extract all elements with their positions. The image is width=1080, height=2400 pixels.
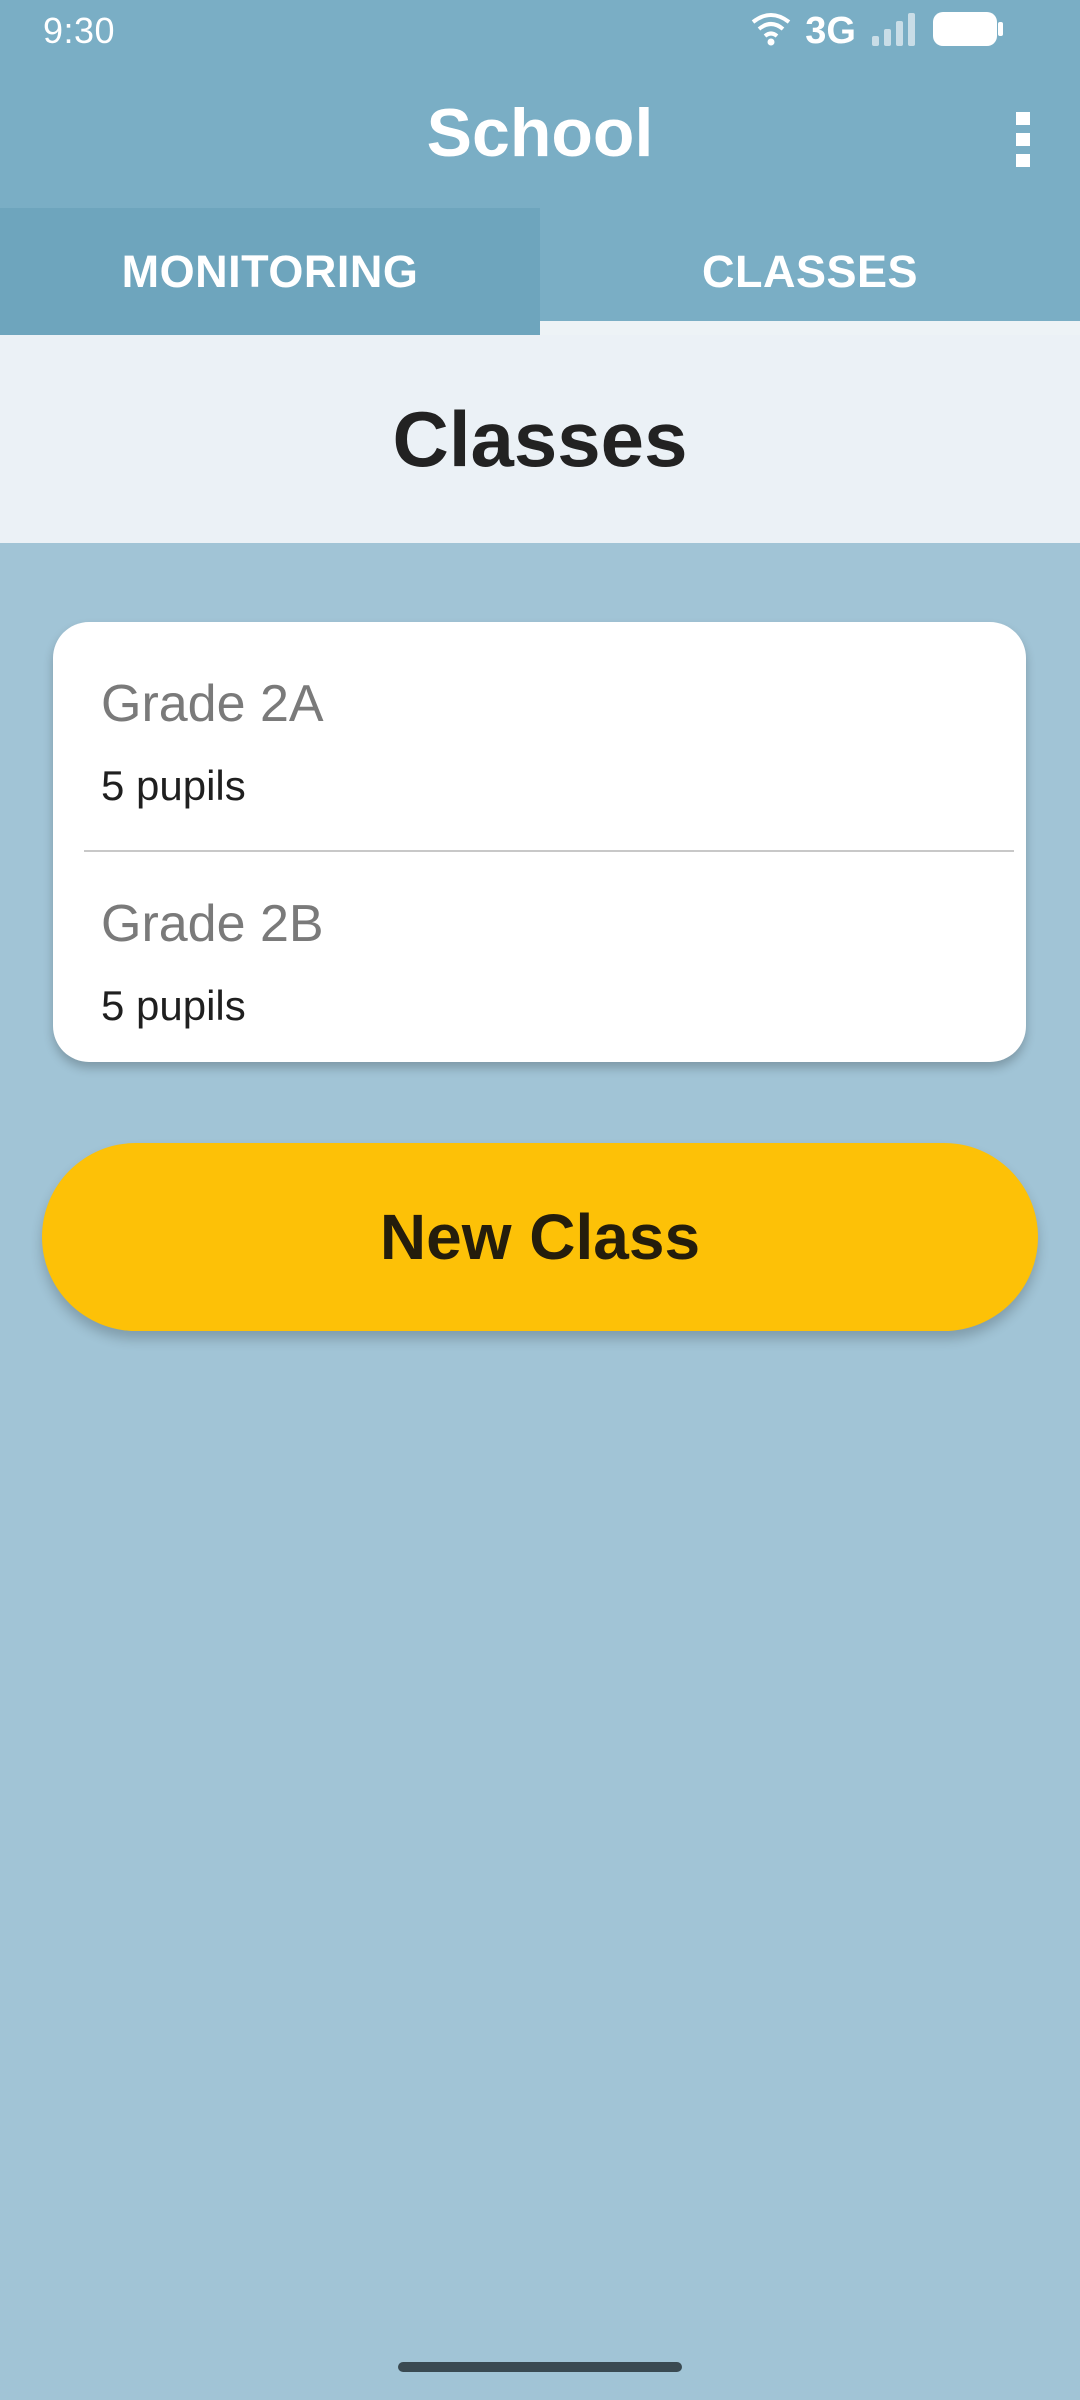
class-name: Grade 2B [101, 895, 324, 953]
tab-indicator [540, 321, 1080, 335]
status-icons: 3G [751, 8, 1004, 54]
class-name: Grade 2A [101, 675, 324, 733]
home-indicator[interactable] [398, 2362, 682, 2372]
page-title: Classes [392, 394, 688, 483]
new-class-button[interactable]: New Class [42, 1143, 1038, 1331]
tab-monitoring-label: MONITORING [121, 245, 419, 297]
status-time: 9:30 [43, 10, 116, 51]
battery-icon [932, 11, 1004, 52]
app-bar: School [0, 62, 1080, 208]
class-list-card: Grade 2A 5 pupils Grade 2B 5 pupils [53, 622, 1026, 1062]
signal-icon [870, 12, 918, 51]
tab-classes[interactable]: CLASSES [540, 208, 1080, 335]
network-type: 3G [805, 10, 856, 52]
tab-bar: MONITORING CLASSES [0, 208, 1080, 335]
tab-monitoring[interactable]: MONITORING [0, 208, 540, 335]
class-item-grade-2b[interactable]: Grade 2B 5 pupils [53, 844, 1026, 1062]
wifi-icon [751, 12, 791, 51]
tab-classes-label: CLASSES [701, 245, 919, 297]
app-title: School [426, 95, 654, 171]
pupil-count: 5 pupils [101, 762, 246, 809]
pupil-count: 5 pupils [101, 982, 246, 1029]
section-header: Classes [0, 335, 1080, 543]
status-bar: 9:30 3G [0, 0, 1080, 62]
class-item-grade-2a[interactable]: Grade 2A 5 pupils [53, 622, 1026, 840]
more-vert-icon[interactable] [994, 102, 1050, 172]
